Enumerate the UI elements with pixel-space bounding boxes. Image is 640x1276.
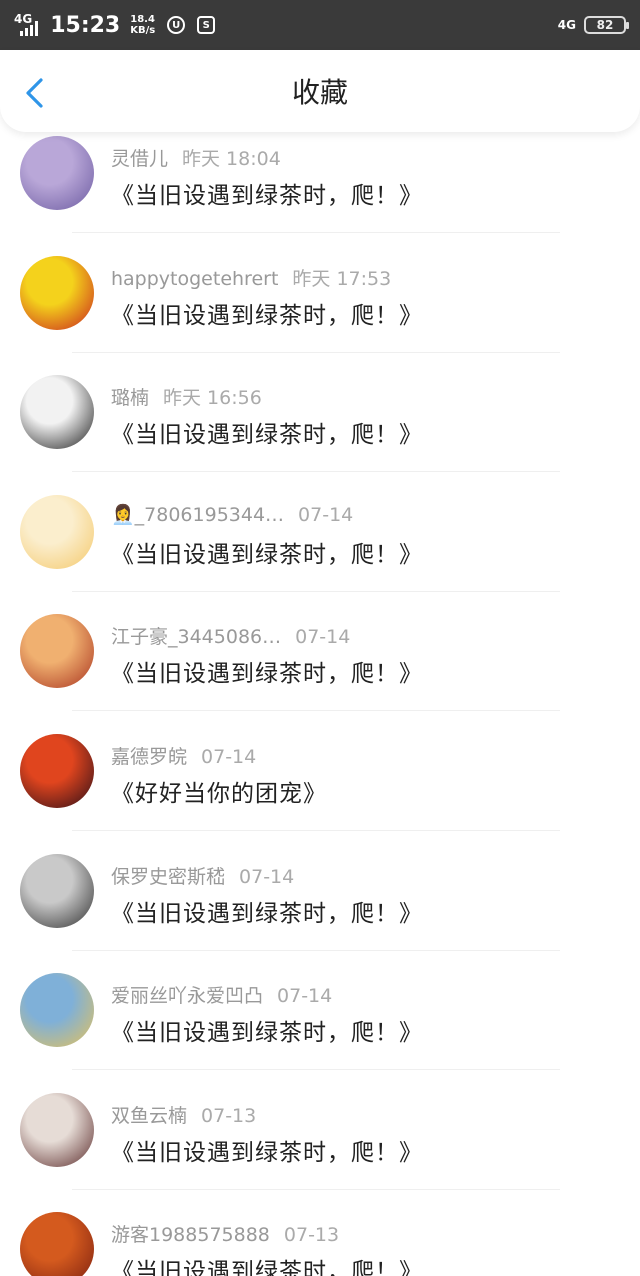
clock: 15:23: [50, 12, 121, 38]
timestamp: 昨天 17:53: [292, 267, 392, 290]
list-item[interactable]: 游客1988575888 07-13 《当旧设遇到绿茶时，爬！》: [0, 1208, 640, 1276]
username[interactable]: 江子豪_3445086…: [111, 626, 281, 648]
item-meta: 江子豪_3445086… 07-14: [111, 622, 350, 649]
timestamp: 昨天 18:04: [182, 148, 281, 170]
back-arrow-icon[interactable]: [22, 76, 50, 110]
list-item[interactable]: 爱丽丝吖永爱凹凸 07-14 《当旧设遇到绿茶时，爬！》: [0, 969, 640, 1089]
item-meta: 璐楠 昨天 16:56: [111, 383, 262, 410]
favorite-title[interactable]: 《当旧设遇到绿茶时，爬！》: [111, 1133, 423, 1167]
divider: [72, 830, 560, 831]
item-meta: 嘉德罗皖 07-14: [111, 742, 256, 769]
user-avatar[interactable]: [20, 1092, 94, 1167]
network-type-label: 4G: [14, 12, 33, 26]
notification-app-icon: U: [167, 16, 186, 34]
username[interactable]: 游客1988575888: [111, 1224, 270, 1246]
username[interactable]: 灵借儿: [111, 148, 168, 170]
timestamp: 07-13: [283, 1224, 340, 1247]
item-meta: 爱丽丝吖永爱凹凸 07-14: [111, 981, 332, 1008]
battery-icon: 82: [584, 16, 629, 34]
user-avatar[interactable]: [20, 255, 94, 330]
username[interactable]: 保罗史密斯嵇: [111, 866, 225, 888]
item-meta: 保罗史密斯嵇 07-14: [111, 862, 294, 889]
divider: [72, 471, 560, 473]
network-speed-unit: KB/s: [130, 25, 156, 36]
notification-s-icon: S: [197, 16, 216, 34]
username[interactable]: 爱丽丝吖永爱凹凸: [111, 985, 263, 1007]
item-meta: happytogetehrert 昨天 17:53: [111, 264, 391, 291]
username[interactable]: 双鱼云楠: [111, 1105, 187, 1127]
favorites-list: 灵借儿 昨天 18:04 《当旧设遇到绿茶时，爬！》 happytogetehrert…: [0, 132, 640, 1276]
divider: [72, 232, 560, 233]
item-meta: 👩‍💼_7806195344… 07-14: [111, 503, 353, 526]
favorite-title[interactable]: 《当旧设遇到绿茶时，爬！》: [111, 535, 423, 569]
status-bar-left: 4G 15:23 18.4 KB/s U S: [14, 12, 216, 38]
list-item[interactable]: 嘉德罗皖 07-14 《好好当你的团宠》: [0, 730, 640, 850]
status-bar: 4G 15:23 18.4 KB/s U S 4G 82: [0, 0, 640, 50]
user-avatar[interactable]: [20, 853, 94, 928]
item-meta: 游客1988575888 07-13: [111, 1220, 339, 1247]
divider: [72, 590, 560, 592]
list-item[interactable]: 江子豪_3445086… 07-14 《当旧设遇到绿茶时，爬！》: [0, 610, 640, 730]
timestamp: 昨天 16:56: [163, 387, 262, 410]
username[interactable]: 璐楠: [111, 387, 149, 409]
favorite-title[interactable]: 《好好当你的团宠》: [111, 774, 327, 808]
list-item[interactable]: happytogetehrert 昨天 17:53 《当旧设遇到绿茶时，爬！》: [0, 252, 640, 372]
battery-level: 82: [596, 18, 614, 32]
network-speed: 18.4 KB/s: [130, 14, 155, 36]
user-avatar[interactable]: [20, 1212, 94, 1276]
favorite-title[interactable]: 《当旧设遇到绿茶时，爬！》: [111, 176, 423, 210]
favorite-title[interactable]: 《当旧设遇到绿茶时，爬！》: [111, 415, 423, 449]
user-avatar[interactable]: [20, 494, 94, 569]
favorite-title[interactable]: 《当旧设遇到绿茶时，爬！》: [111, 1013, 423, 1047]
favorite-title[interactable]: 《当旧设遇到绿茶时，爬！》: [111, 654, 423, 688]
username[interactable]: 👩‍💼_7806195344…: [111, 504, 284, 526]
divider: [72, 351, 560, 353]
list-item[interactable]: 👩‍💼_7806195344… 07-14 《当旧设遇到绿茶时，爬！》: [0, 491, 640, 611]
divider: [72, 1069, 560, 1071]
timestamp: 07-14: [277, 985, 333, 1008]
favorite-title[interactable]: 《当旧设遇到绿茶时，爬！》: [111, 296, 423, 330]
timestamp: 07-14: [295, 626, 351, 649]
status-bar-right: 4G 82: [557, 16, 629, 34]
network-speed-value: 18.4: [130, 14, 155, 25]
item-meta: 双鱼云楠 07-13: [111, 1101, 256, 1128]
favorite-title[interactable]: 《当旧设遇到绿茶时，爬！》: [111, 894, 423, 928]
username[interactable]: happytogetehrert: [111, 268, 278, 290]
user-avatar[interactable]: [20, 734, 94, 808]
page-title: 收藏: [291, 76, 348, 109]
list-item[interactable]: 双鱼云楠 07-13 《当旧设遇到绿茶时，爬！》: [0, 1089, 640, 1209]
list-item[interactable]: 璐楠 昨天 16:56 《当旧设遇到绿茶时，爬！》: [0, 371, 640, 491]
item-meta: 灵借儿 昨天 18:04: [111, 144, 281, 171]
divider: [72, 1188, 560, 1190]
list-item[interactable]: 保罗史密斯嵇 07-14 《当旧设遇到绿茶时，爬！》: [0, 850, 640, 970]
username[interactable]: 嘉德罗皖: [111, 746, 187, 768]
divider: [72, 949, 560, 951]
timestamp: 07-14: [201, 746, 257, 768]
timestamp: 07-14: [298, 503, 354, 526]
user-avatar[interactable]: [20, 136, 94, 210]
mobile-data-icon: 4G: [557, 18, 576, 32]
timestamp: 07-13: [201, 1104, 257, 1127]
page-header: 收藏: [0, 50, 640, 132]
user-avatar[interactable]: [20, 375, 94, 450]
divider: [72, 710, 560, 712]
list-item[interactable]: 灵借儿 昨天 18:04 《当旧设遇到绿茶时，爬！》: [0, 132, 640, 252]
favorite-title[interactable]: 《当旧设遇到绿茶时，爬！》: [111, 1252, 423, 1276]
timestamp: 07-14: [239, 865, 295, 888]
user-avatar[interactable]: [20, 614, 94, 689]
user-avatar[interactable]: [20, 973, 94, 1048]
